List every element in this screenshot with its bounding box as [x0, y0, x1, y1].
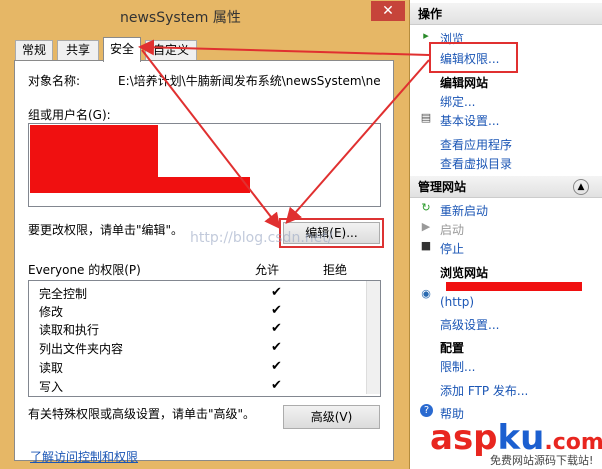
redacted-url [446, 282, 582, 291]
browse-icon: ▸ [423, 29, 429, 42]
permissions-scrollbar[interactable] [366, 281, 380, 394]
check-icon: ✔ [271, 340, 282, 355]
start-icon: ▶ [421, 220, 431, 233]
change-hint: 要更改权限，请单击"编辑"。 [28, 223, 184, 237]
permissions-list[interactable]: 完全控制 ✔ 修改 ✔ 读取和执行 ✔ 列出文件夹内容 ✔ 读取 ✔ 写入 ✔ [28, 280, 381, 397]
bindings-link[interactable]: 绑定... [440, 93, 475, 110]
advanced-settings-link[interactable]: 高级设置... [440, 316, 499, 333]
allow-column: 允许 [255, 263, 280, 277]
list-item: 读取 ✔ [39, 359, 379, 376]
check-icon: ✔ [271, 285, 282, 300]
permission-name: 列出文件夹内容 [39, 342, 124, 356]
special-hint: 有关特殊权限或高级设置，请单击"高级"。 [28, 407, 256, 421]
add-ftp-link[interactable]: 添加 FTP 发布... [440, 382, 528, 399]
redacted-user [30, 177, 250, 193]
list-item: 完全控制 ✔ [39, 285, 379, 302]
permission-name: 读取 [39, 361, 64, 375]
tab-general[interactable]: 常规 [15, 40, 53, 60]
dialog-title: newsSystem 属性 [120, 10, 241, 26]
permission-name: 写入 [39, 380, 64, 394]
limits-link[interactable]: 限制... [440, 358, 475, 375]
object-name-value: E:\培养计划\牛腩新闻发布系统\newsSystem\newsS [118, 74, 380, 88]
list-item: 读取和执行 ✔ [39, 321, 379, 338]
config-heading: 配置 [440, 341, 465, 355]
restart-link[interactable]: 重新启动 [440, 202, 488, 219]
permission-name: 读取和执行 [39, 323, 100, 337]
http-link[interactable]: (http) [440, 295, 474, 309]
access-control-link[interactable]: 了解访问控制和权限 [30, 448, 138, 465]
edit-site-heading: 编辑网站 [440, 76, 489, 90]
group-users-label: 组或用户名(G): [28, 108, 111, 122]
tab-custom[interactable]: 自定义 [145, 40, 197, 60]
actions-header: 操作 [410, 3, 602, 25]
list-item: 列出文件夹内容 ✔ [39, 340, 379, 357]
watermark-text: http://blog.csdn.net/ [190, 230, 333, 246]
start-link[interactable]: 启动 [440, 221, 464, 238]
view-apps-link[interactable]: 查看应用程序 [440, 136, 512, 153]
collapse-icon[interactable]: ▲ [573, 179, 589, 195]
object-name-label: 对象名称: [28, 74, 81, 88]
deny-column: 拒绝 [323, 263, 348, 277]
permission-name: 完全控制 [39, 287, 88, 301]
permissions-title: Everyone 的权限(P) [28, 263, 141, 277]
advanced-button[interactable]: 高级(V) [283, 405, 380, 429]
site-logo-subtitle: 免费网站源码下载站! [490, 454, 594, 467]
view-vdirs-link[interactable]: 查看虚拟目录 [440, 155, 512, 172]
tab-security[interactable]: 安全 [103, 37, 141, 62]
basic-settings-link[interactable]: 基本设置... [440, 112, 499, 129]
list-item: 修改 ✔ [39, 303, 379, 320]
check-icon: ✔ [271, 321, 282, 336]
tab-sharing[interactable]: 共享 [57, 40, 99, 60]
check-icon: ✔ [271, 359, 282, 374]
restart-icon: ↻ [421, 201, 431, 214]
stop-link[interactable]: 停止 [440, 240, 464, 257]
list-item: 写入 ✔ [39, 378, 379, 395]
redacted-user [30, 125, 158, 177]
stop-icon: ■ [420, 239, 432, 252]
check-icon: ✔ [271, 303, 282, 318]
check-icon: ✔ [271, 378, 282, 393]
globe-icon: ◉ [421, 287, 431, 300]
permission-name: 修改 [39, 305, 64, 319]
close-icon[interactable]: ✕ [371, 1, 405, 21]
browse-site-heading: 浏览网站 [440, 266, 489, 280]
highlight-box [429, 42, 518, 73]
help-icon: ? [420, 404, 433, 417]
settings-icon: ▤ [420, 111, 432, 124]
